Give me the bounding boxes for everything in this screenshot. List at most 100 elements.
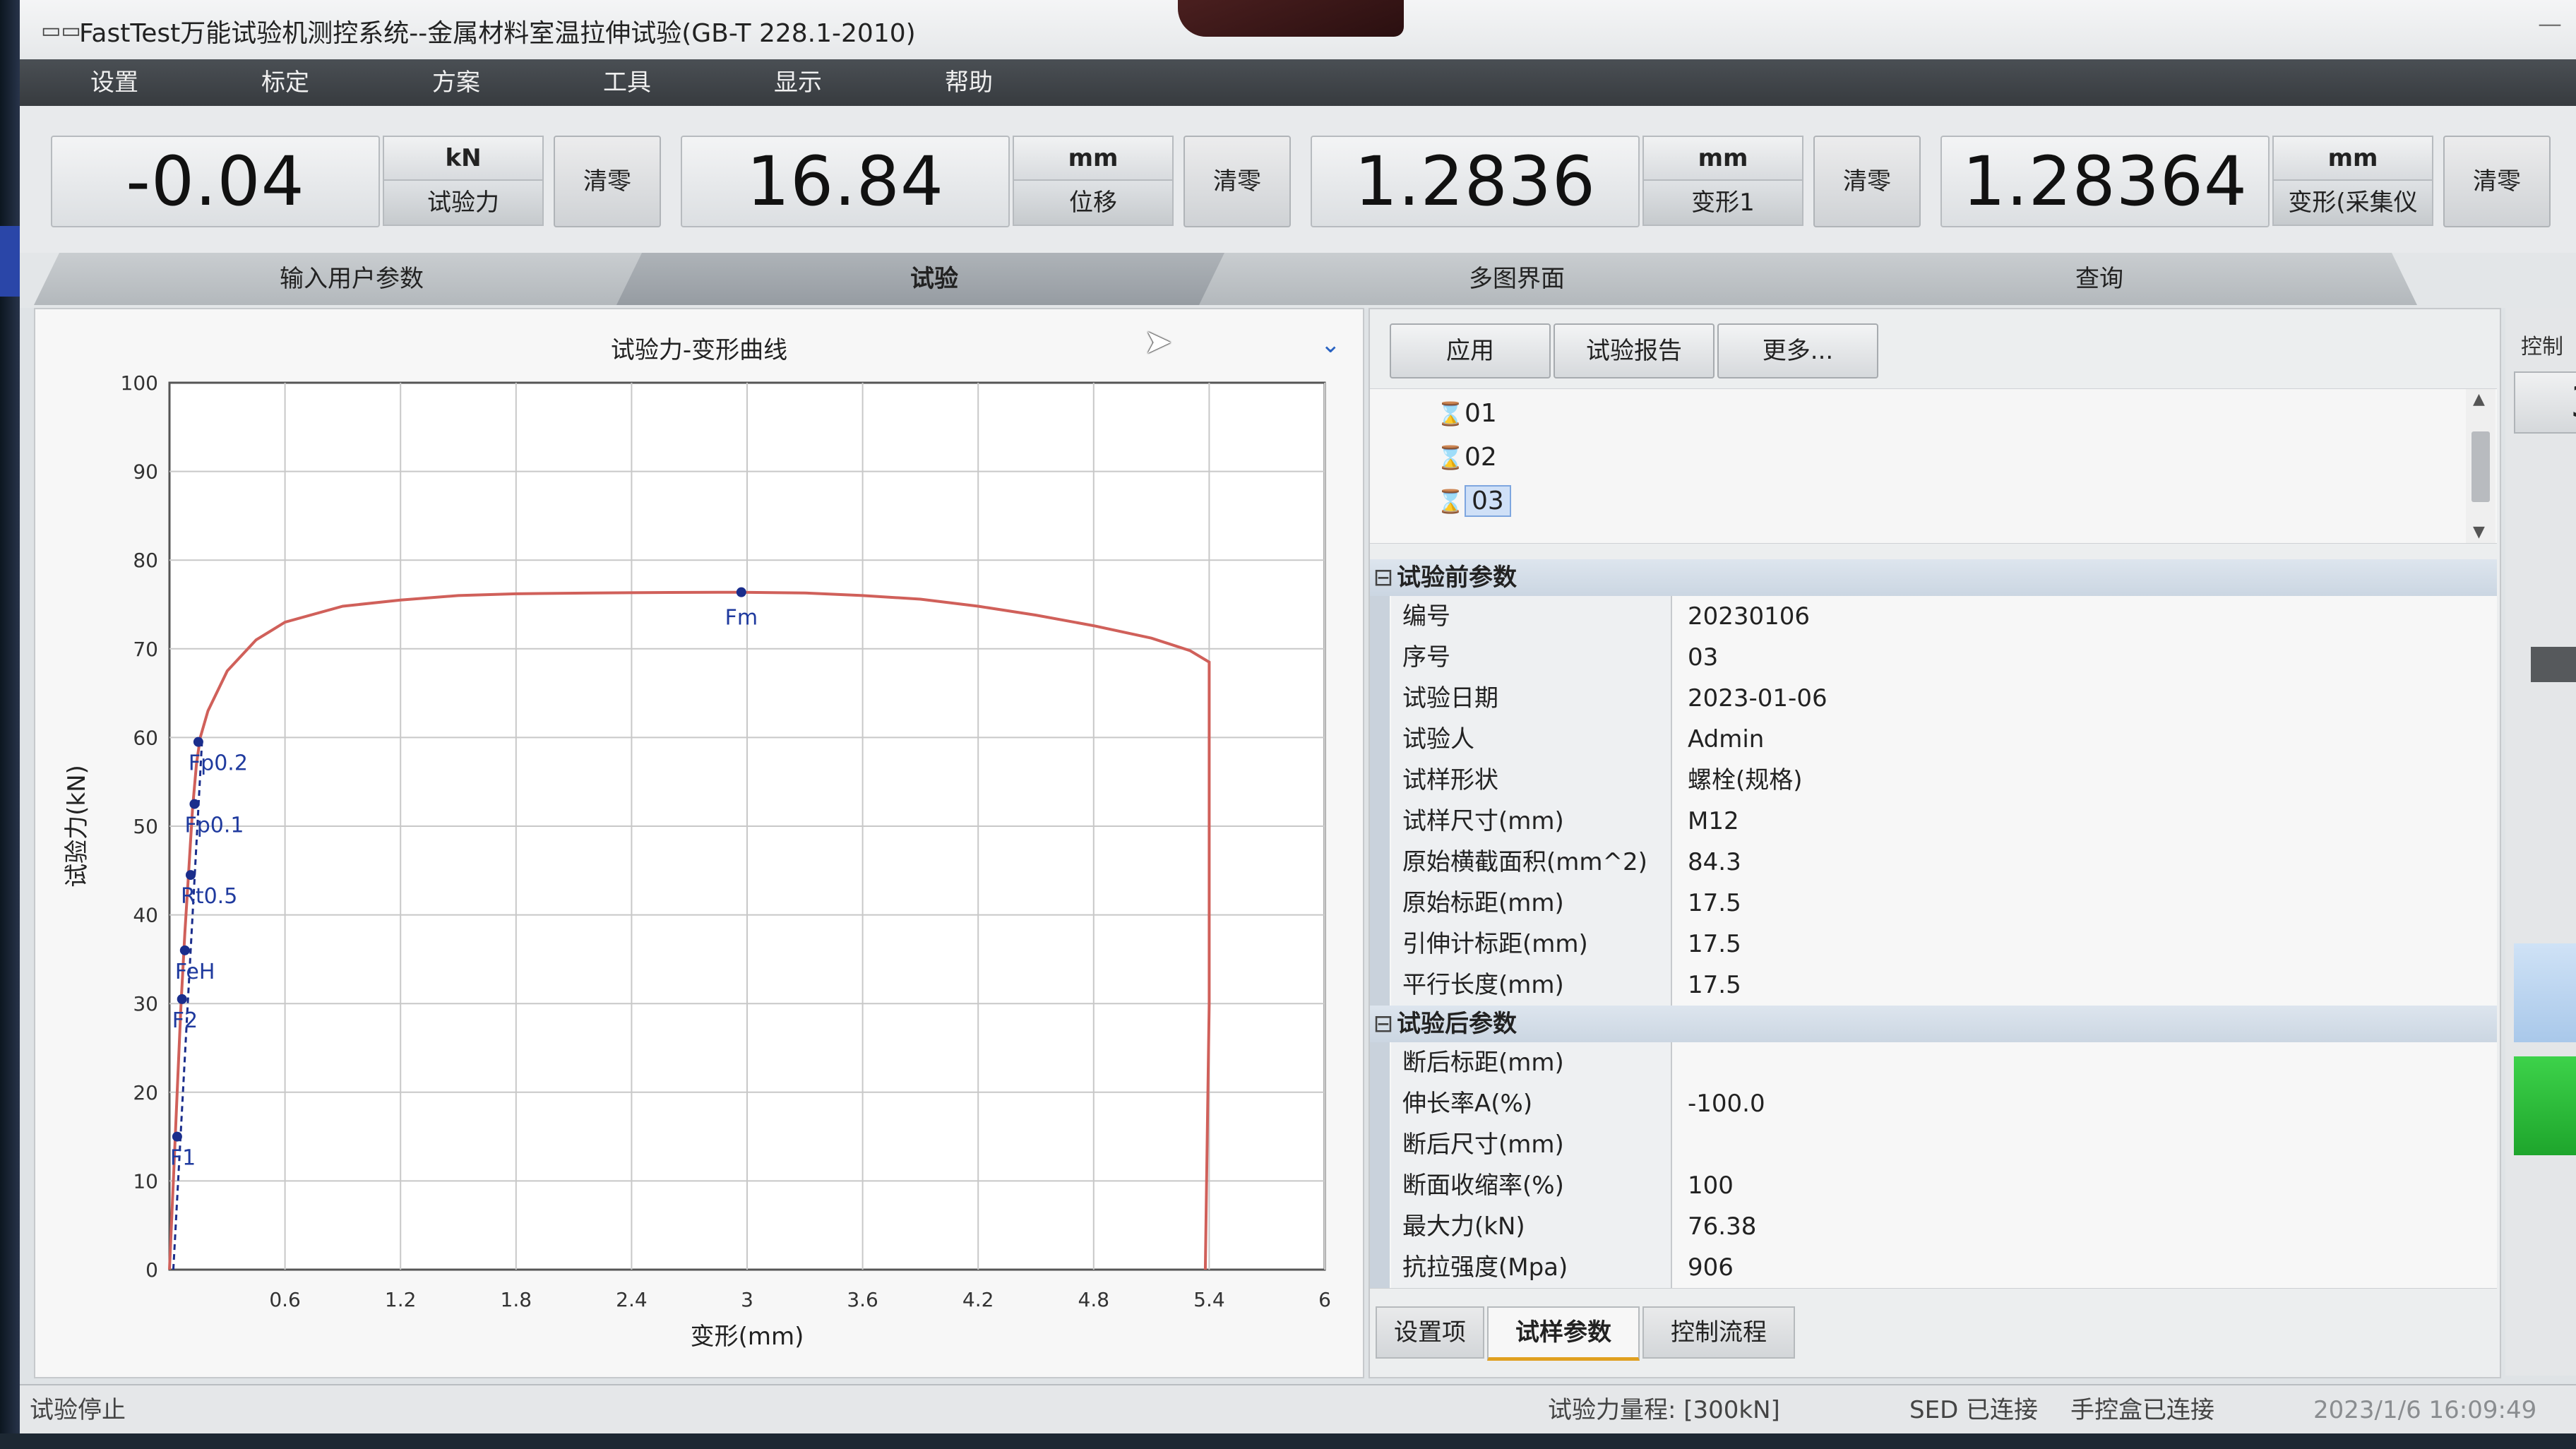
property-row[interactable]: 平行长度(mm) 17.5 <box>1370 965 2497 1006</box>
displacement-clear-button[interactable]: 清零 <box>1183 136 1291 227</box>
chart-panel: 0.6 1.2 1.8 2.4 3 3.6 4.2 4.8 5.4 6 0 10 20 30 40 50 60 7… <box>34 308 1364 1378</box>
screen-bottom-edge <box>0 1433 2576 1449</box>
scroll-down-icon[interactable]: ▼ <box>2473 523 2485 541</box>
tab-user-params[interactable]: 输入用户参数 <box>34 253 669 305</box>
property-value[interactable]: Admin <box>1681 719 2493 760</box>
deformation1-clear-button[interactable]: 清零 <box>1813 136 1921 227</box>
property-row[interactable]: 编号 20230106 <box>1370 596 2497 638</box>
row-gutter <box>1370 883 1390 924</box>
x-tick-label: 4.8 <box>1078 1288 1110 1311</box>
app-window: ▭▭ FastTest万能试验机测控系统--金属材料室温拉伸试验(GB-T 22… <box>20 0 2576 1449</box>
menu-calibrate[interactable]: 标定 <box>261 59 309 106</box>
property-row[interactable]: 断后标距(mm) <box>1370 1042 2497 1084</box>
property-value[interactable]: 17.5 <box>1681 883 2493 924</box>
group-pre-test-params[interactable]: ⊟ 试验前参数 <box>1370 559 2497 596</box>
row-gutter <box>1370 1042 1390 1083</box>
x-tick-label: 6 <box>1318 1288 1331 1311</box>
property-row[interactable]: 原始横截面积(mm^2) 84.3 <box>1370 842 2497 883</box>
collapse-icon[interactable]: ⊟ <box>1370 559 1397 596</box>
property-key: 试样形状 <box>1391 760 1672 801</box>
hourglass-icon: ⌛ <box>1436 444 1465 471</box>
point-label: Fp0.1 <box>184 813 244 838</box>
minimize-button[interactable]: — <box>2538 10 2562 38</box>
menu-display[interactable]: 显示 <box>774 59 822 106</box>
property-value[interactable]: 17.5 <box>1681 924 2493 965</box>
y-tick-label: 40 <box>133 904 158 927</box>
control-label: 控制 <box>2521 335 2563 359</box>
property-key: 平行长度(mm) <box>1391 965 1672 1006</box>
run-button[interactable] <box>2514 943 2576 1042</box>
force-value: -0.04 <box>51 136 380 227</box>
scroll-up-icon[interactable]: ▲ <box>2473 390 2485 408</box>
tab-test[interactable]: 试验 <box>616 253 1252 305</box>
property-row[interactable]: 抗拉强度(Mpa) 906 <box>1370 1247 2497 1289</box>
tree-scroll-thumb[interactable] <box>2471 431 2490 502</box>
property-value[interactable]: 03 <box>1681 637 2493 678</box>
property-row[interactable]: 序号 03 <box>1370 637 2497 679</box>
tab-control-flow[interactable]: 控制流程 <box>1642 1306 1795 1359</box>
force-clear-button[interactable]: 清零 <box>554 136 661 227</box>
property-key: 编号 <box>1391 596 1672 637</box>
property-value[interactable] <box>1681 1042 2493 1083</box>
group-post-test-params[interactable]: ⊟ 试验后参数 <box>1370 1006 2497 1042</box>
property-row[interactable]: 试验人 Admin <box>1370 719 2497 761</box>
property-row[interactable]: 试验日期 2023-01-06 <box>1370 678 2497 720</box>
property-value[interactable]: 螺栓(规格) <box>1681 760 2493 801</box>
property-value[interactable]: 17.5 <box>1681 965 2493 1006</box>
property-value[interactable]: 20230106 <box>1681 596 2493 637</box>
status-datetime: 2023/1/6 16:09:49 <box>2313 1396 2537 1424</box>
control-strip: 控制 3 <box>2505 308 2576 1376</box>
property-value[interactable]: 100 <box>1681 1165 2493 1206</box>
property-row[interactable]: 断面收缩率(%) 100 <box>1370 1165 2497 1207</box>
chevron-down-icon[interactable]: ⌄ <box>1320 330 1341 359</box>
property-row[interactable]: 原始标距(mm) 17.5 <box>1370 883 2497 924</box>
apply-button[interactable]: 应用 <box>1390 323 1551 378</box>
menu-help[interactable]: 帮助 <box>945 59 993 106</box>
tree-item-selected[interactable]: ⌛ 03 <box>1436 481 1511 522</box>
screen-left-edge <box>0 0 20 1449</box>
property-row[interactable]: 最大力(kN) 76.38 <box>1370 1206 2497 1248</box>
property-value[interactable]: 76.38 <box>1681 1206 2493 1247</box>
tab-multi-chart[interactable]: 多图界面 <box>1199 253 1835 305</box>
tab-specimen-params[interactable]: 试样参数 <box>1487 1306 1640 1361</box>
title-bar: ▭▭ FastTest万能试验机测控系统--金属材料室温拉伸试验(GB-T 22… <box>20 0 2576 60</box>
deformation-collector-clear-button[interactable]: 清零 <box>2443 136 2551 227</box>
tree-item-label: 01 <box>1465 399 1497 428</box>
menu-scheme[interactable]: 方案 <box>432 59 480 106</box>
tree-item[interactable]: ⌛02 <box>1436 437 1497 478</box>
y-tick-label: 10 <box>133 1169 158 1193</box>
property-row[interactable]: 伸长率A(%) -100.0 <box>1370 1083 2497 1125</box>
property-row[interactable]: 试样形状 螺栓(规格) <box>1370 760 2497 801</box>
tree-item[interactable]: ⌛01 <box>1436 393 1497 434</box>
tab-query[interactable]: 查询 <box>1782 253 2417 305</box>
row-gutter <box>1370 678 1390 719</box>
property-value[interactable] <box>1681 1124 2493 1165</box>
row-gutter <box>1370 801 1390 842</box>
hourglass-icon: ⌛ <box>1436 488 1465 515</box>
tab-settings-items[interactable]: 设置项 <box>1376 1306 1484 1359</box>
start-button[interactable] <box>2514 1056 2576 1155</box>
mouse-cursor-icon: ➤ <box>1144 322 1173 362</box>
property-row[interactable]: 断后尺寸(mm) <box>1370 1124 2497 1166</box>
menu-tools[interactable]: 工具 <box>603 59 651 106</box>
control-slider-handle[interactable] <box>2531 647 2576 682</box>
test-report-button[interactable]: 试验报告 <box>1554 323 1715 378</box>
collapse-icon[interactable]: ⊟ <box>1370 1006 1397 1042</box>
property-value[interactable]: -100.0 <box>1681 1083 2493 1124</box>
property-value[interactable]: M12 <box>1681 801 2493 842</box>
menu-bar: 设置 标定 方案 工具 显示 帮助 <box>20 59 2576 106</box>
readout-panel: -0.04 kN 试验力 清零 16.84 mm 位移 清零 1.2836 mm… <box>20 106 2576 254</box>
property-key: 试样尺寸(mm) <box>1391 801 1672 842</box>
specimen-tree: ⌛01 ⌛02 ⌛ 03 ▲ ▼ <box>1370 388 2497 544</box>
property-value[interactable]: 906 <box>1681 1247 2493 1288</box>
property-value[interactable]: 84.3 <box>1681 842 2493 883</box>
menu-settings[interactable]: 设置 <box>90 59 138 106</box>
x-tick-label: 0.6 <box>269 1288 301 1311</box>
tree-scrollbar[interactable]: ▲ ▼ <box>2466 389 2496 543</box>
row-gutter <box>1370 1247 1390 1288</box>
control-value: 3 <box>2514 371 2576 434</box>
property-row[interactable]: 引伸计标距(mm) 17.5 <box>1370 924 2497 965</box>
property-row[interactable]: 试样尺寸(mm) M12 <box>1370 801 2497 842</box>
more-button[interactable]: 更多... <box>1717 323 1878 378</box>
property-value[interactable]: 2023-01-06 <box>1681 678 2493 719</box>
